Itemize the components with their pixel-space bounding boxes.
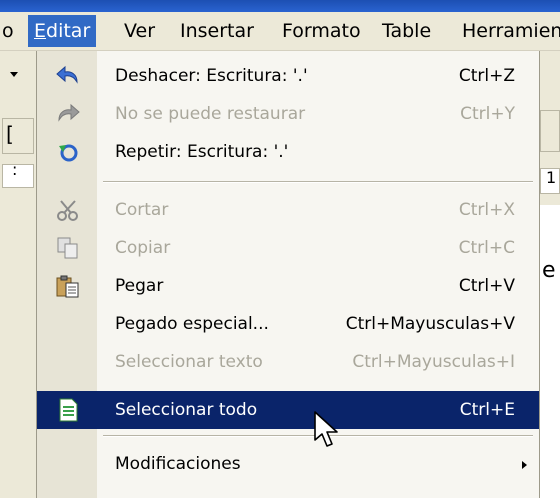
menu-item-label: Modificaciones [115,454,241,474]
menu-item-label: Deshacer: Escritura: '.' [115,66,308,86]
menu-bar: o Editar Ver Insertar Formato Table Herr… [0,12,560,51]
background-edge-glyph-1: [ [6,122,14,146]
undo-icon [56,65,78,84]
menu-item-shortcut: Ctrl+E [459,400,515,420]
menu-item-label: Seleccionar todo [115,400,258,420]
menu-herramientas[interactable]: Herramien [462,15,560,47]
menu-item-paste-special[interactable]: Pegado especial... Ctrl+Mayusculas+V [37,305,539,343]
menu-item-redo[interactable]: No se puede restaurar Ctrl+Y [37,95,539,133]
background-ruler-left [2,164,34,188]
menu-item-repeat[interactable]: Repetir: Escritura: '.' [37,133,539,171]
menu-editar-rest: ditar [46,20,91,42]
repeat-icon [59,144,78,162]
menu-item-label: Cortar [115,200,169,220]
menu-separator [103,181,533,183]
background-edge-glyph-2: e [542,258,556,283]
menu-item-copy[interactable]: Copiar Ctrl+C [37,229,539,267]
background-edge-glyph-4: 1 [546,168,557,187]
document-area[interactable] [540,205,560,498]
menu-item-shortcut: Ctrl+Mayusculas+I [352,352,515,372]
chevron-down-icon [10,72,18,77]
menu-item-label: No se puede restaurar [115,104,306,124]
submenu-arrow-icon [522,461,527,469]
menu-item-shortcut: Ctrl+Mayusculas+V [345,314,515,334]
edit-menu-dropdown: Deshacer: Escritura: '.' Ctrl+Z No se pu… [36,51,540,498]
toolbar-dropdown-left[interactable] [4,60,24,88]
menu-table[interactable]: Table [382,15,431,47]
menu-insertar[interactable]: Insertar [180,15,254,47]
scissors-icon [57,200,78,221]
menu-item-label: Copiar [115,238,171,258]
menu-editar[interactable]: Editar [28,15,97,47]
menu-ver[interactable]: Ver [124,15,155,47]
menu-item-label: Pegar [115,276,164,296]
menu-item-label: Repetir: Escritura: '.' [115,142,289,162]
mouse-cursor-icon [314,411,338,447]
document-icon [59,398,78,422]
menu-item-label: Seleccionar texto [115,352,263,372]
menu-item-cut[interactable]: Cortar Ctrl+X [37,191,539,229]
menu-item-shortcut: Ctrl+V [458,276,515,296]
menu-item-shortcut: Ctrl+Y [460,104,515,124]
menu-item-shortcut: Ctrl+C [458,238,515,258]
menu-item-undo[interactable]: Deshacer: Escritura: '.' Ctrl+Z [37,57,539,95]
menu-item-select-all[interactable]: Seleccionar todo Ctrl+E [37,391,539,429]
background-edge-glyph-3: : [12,160,18,179]
menu-item-shortcut: Ctrl+X [458,200,515,220]
background-toolbar-right-box[interactable] [540,110,560,152]
menu-formato[interactable]: Formato [282,15,361,47]
menu-file-partial[interactable]: o [2,15,14,47]
menu-item-changes[interactable]: Modificaciones [37,445,539,483]
menu-item-paste[interactable]: Pegar Ctrl+V [37,267,539,305]
menu-item-select-text[interactable]: Seleccionar texto Ctrl+Mayusculas+I [37,343,539,381]
paste-icon [56,275,79,298]
menu-item-shortcut: Ctrl+Z [458,66,515,86]
redo-icon [58,103,80,122]
menu-item-label: Pegado especial... [115,314,269,334]
copy-icon [57,237,78,259]
window-title-strip [0,0,560,12]
